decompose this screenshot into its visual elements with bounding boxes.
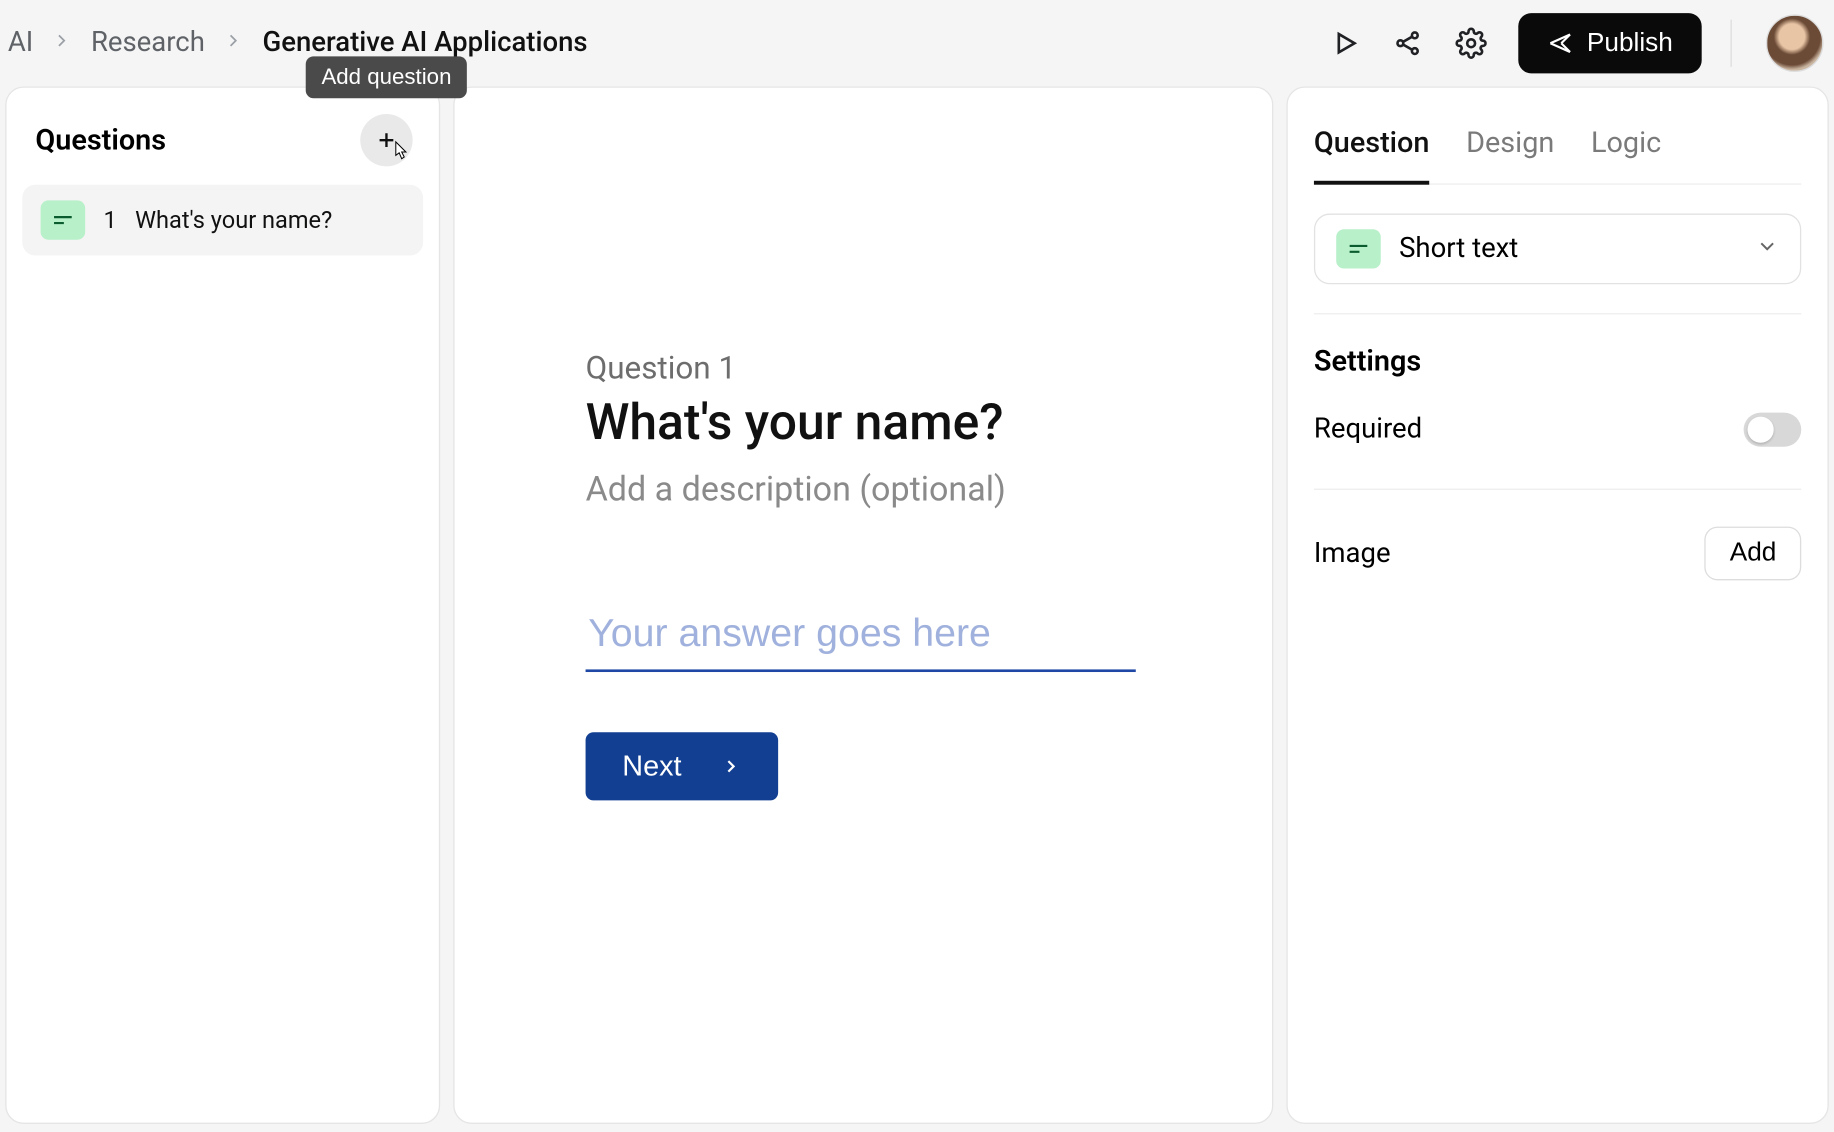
required-toggle[interactable] <box>1744 413 1802 447</box>
next-label: Next <box>622 749 681 783</box>
question-type-label: Short text <box>1399 233 1518 264</box>
chevron-right-icon <box>52 29 73 57</box>
tab-design[interactable]: Design <box>1466 119 1554 183</box>
question-list-item[interactable]: 1 What's your name? <box>22 185 423 256</box>
divider <box>1731 20 1732 67</box>
share-icon <box>1393 28 1424 59</box>
short-text-type-icon <box>1336 229 1381 268</box>
add-question-button[interactable]: Add question <box>360 114 412 166</box>
gear-icon <box>1456 28 1487 59</box>
play-icon <box>1330 28 1361 59</box>
required-label: Required <box>1314 414 1422 445</box>
pointer-cursor-icon <box>389 140 413 164</box>
preview-button[interactable] <box>1320 17 1372 69</box>
question-canvas: Question 1 What's your name? Add a descr… <box>453 86 1273 1124</box>
question-number: 1 <box>103 206 116 234</box>
answer-input[interactable] <box>586 601 1136 672</box>
toggle-knob <box>1748 417 1774 443</box>
add-question-tooltip: Add question <box>306 56 467 98</box>
inspector-tabs: Question Design Logic <box>1314 114 1801 185</box>
send-icon <box>1548 30 1574 56</box>
chevron-right-icon <box>721 756 742 777</box>
topbar: AI Research Generative AI Applications P… <box>0 0 1834 86</box>
breadcrumb-item[interactable]: AI <box>8 28 33 59</box>
next-button[interactable]: Next <box>586 732 779 800</box>
chevron-right-icon <box>223 29 244 57</box>
chevron-down-icon <box>1755 234 1779 263</box>
tab-logic[interactable]: Logic <box>1591 119 1661 183</box>
tab-question[interactable]: Question <box>1314 119 1430 185</box>
inspector-panel: Question Design Logic Short text Setting… <box>1286 86 1828 1124</box>
divider <box>1314 489 1801 490</box>
publish-label: Publish <box>1587 28 1673 58</box>
breadcrumbs: AI Research Generative AI Applications <box>8 28 588 59</box>
add-image-button[interactable]: Add <box>1705 527 1801 581</box>
question-type-select[interactable]: Short text <box>1314 214 1801 285</box>
publish-button[interactable]: Publish <box>1519 13 1702 73</box>
short-text-type-icon <box>41 200 86 239</box>
question-label: Question 1 <box>586 350 1189 387</box>
divider <box>1314 313 1801 314</box>
breadcrumb-item-current[interactable]: Generative AI Applications <box>262 28 587 59</box>
question-text: What's your name? <box>135 206 332 234</box>
settings-button[interactable] <box>1445 17 1497 69</box>
question-description-input[interactable]: Add a description (optional) <box>586 470 1189 509</box>
question-title-input[interactable]: What's your name? <box>586 394 1189 452</box>
user-avatar[interactable] <box>1766 14 1824 72</box>
breadcrumb-item[interactable]: Research <box>91 28 205 59</box>
questions-sidebar: Questions Add question 1 What's your nam… <box>5 86 440 1124</box>
settings-heading: Settings <box>1314 346 1801 379</box>
share-button[interactable] <box>1383 17 1435 69</box>
image-label: Image <box>1314 538 1391 569</box>
sidebar-title: Questions <box>35 124 166 157</box>
